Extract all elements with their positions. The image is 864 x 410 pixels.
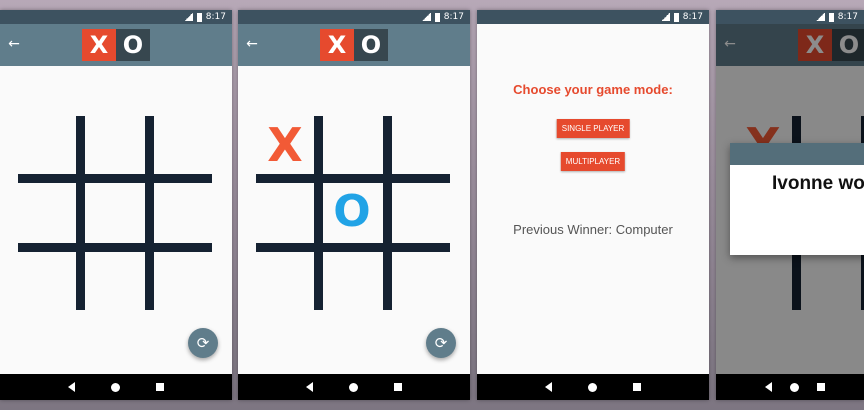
game-board: X O [256,116,450,310]
nav-back-icon[interactable] [545,382,552,392]
status-time: 8:17 [837,12,858,22]
nav-back-icon[interactable] [765,382,772,392]
signal-icon [421,13,431,21]
nav-recent-icon[interactable] [817,383,825,391]
dialog-header [730,143,864,165]
game-mode-title: Choose your game mode: [513,82,673,97]
single-player-button[interactable]: SINGLE PLAYER [556,119,630,138]
battery-icon [673,12,679,22]
nav-bar [238,374,470,400]
nav-bar [716,374,864,400]
logo-x: X [320,29,354,61]
signal-icon [183,13,193,21]
nav-back-icon[interactable] [68,382,75,392]
status-time: 8:17 [682,12,703,22]
app-logo: X O [320,29,388,61]
winner-dialog: Ivonne won [730,143,864,255]
status-time: 8:17 [205,12,226,22]
phone-screen-2: 8:17 ← X O X O ⟳ [238,10,470,400]
status-bar: 8:17 [477,10,709,24]
grid-line [314,116,323,310]
app-bar: ← X O [0,24,232,66]
logo-x: X [82,29,116,61]
grid-line [18,174,212,183]
back-arrow-icon[interactable]: ← [244,36,260,52]
previous-winner-text: Previous Winner: Computer [513,222,673,237]
grid-line [256,243,450,252]
back-arrow-icon[interactable]: ← [6,36,22,52]
refresh-button[interactable]: ⟳ [426,328,456,358]
grid-line [18,243,212,252]
x-mark: X [267,118,303,172]
app-logo: X O [82,29,150,61]
nav-recent-icon[interactable] [394,383,402,391]
signal-icon [815,13,825,21]
status-time: 8:17 [443,12,464,22]
logo-o: O [354,29,388,61]
o-mark: O [333,186,371,237]
refresh-icon: ⟳ [196,334,210,352]
refresh-icon: ⟳ [434,334,448,352]
app-bar: ← X O [238,24,470,66]
phone-screen-3: 8:17 Choose your game mode: SINGLE PLAYE… [477,10,709,400]
board-cell-x[interactable]: X [256,116,314,174]
nav-bar [0,374,232,400]
game-board [18,116,212,310]
nav-recent-icon[interactable] [633,383,641,391]
grid-line [383,116,392,310]
grid-line [256,174,450,183]
status-bar: 8:17 [716,10,864,24]
board-cell-o[interactable]: O [323,183,381,241]
phone-screen-1: 8:17 ← X O ⟳ [0,10,232,400]
nav-home-icon[interactable] [111,382,120,392]
status-bar: 8:17 [0,10,232,24]
grid-line [76,116,85,310]
grid-line [145,116,154,310]
phone-screen-4: 8:17 ← X O X Ivonne won [716,10,864,400]
refresh-button[interactable]: ⟳ [188,328,218,358]
logo-o: O [116,29,150,61]
nav-back-icon[interactable] [306,382,313,392]
signal-icon [660,13,670,21]
nav-home-icon[interactable] [588,382,597,392]
battery-icon [434,12,440,22]
battery-icon [828,12,834,22]
status-bar: 8:17 [238,10,470,24]
nav-bar [477,374,709,400]
winner-text: Ivonne won [772,173,864,194]
nav-home-icon[interactable] [349,382,358,392]
battery-icon [196,12,202,22]
multiplayer-button[interactable]: MULTIPLAYER [560,152,626,171]
nav-recent-icon[interactable] [156,383,164,391]
nav-home-icon[interactable] [790,382,799,392]
